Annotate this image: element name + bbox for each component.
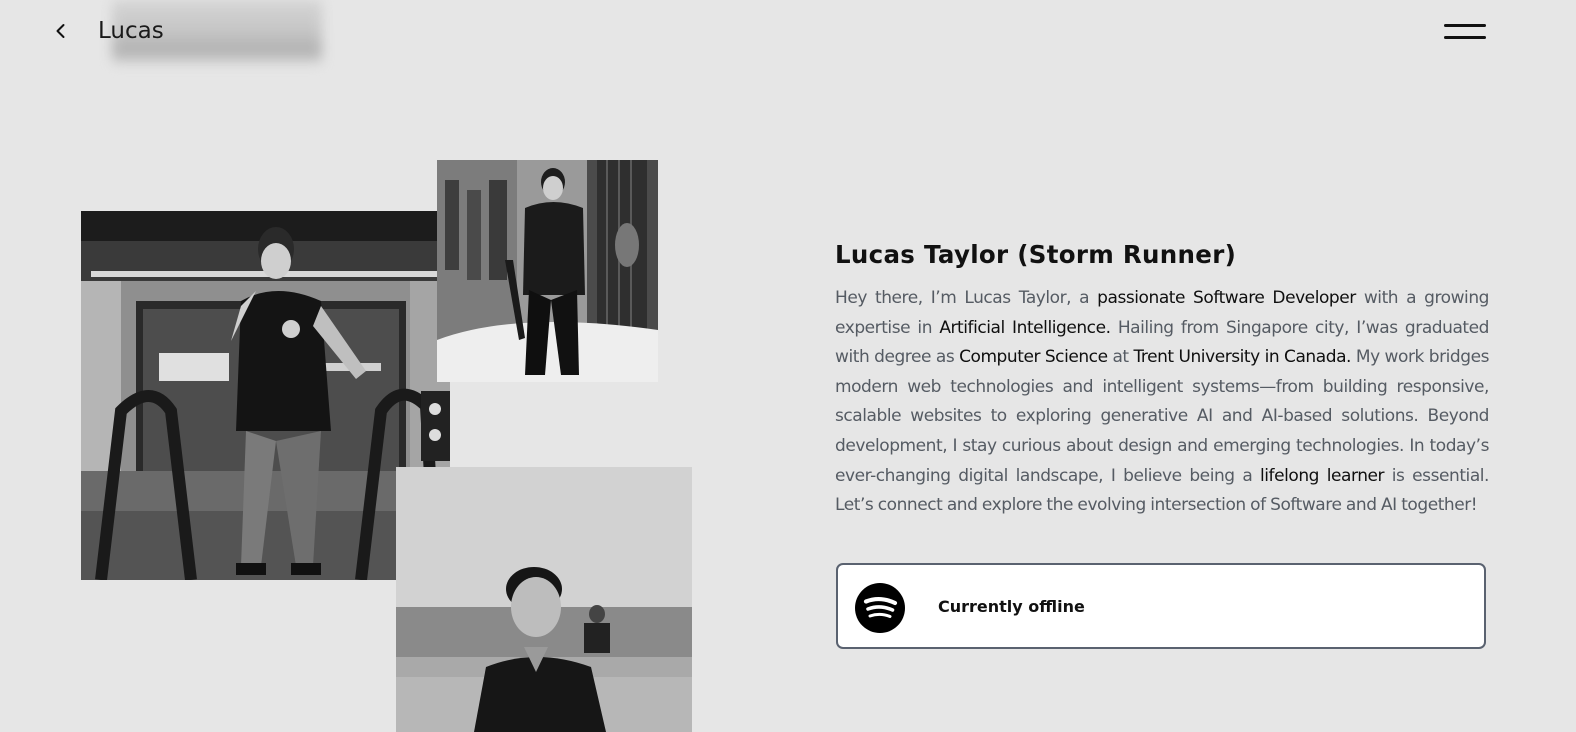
back-button[interactable] (48, 18, 74, 44)
brand-name[interactable]: Lucas (98, 15, 164, 47)
bio-highlight: Artificial Intelligence. (939, 317, 1111, 338)
bio-highlight: passionate Software Developer (1097, 288, 1356, 308)
photo-escalator (81, 211, 450, 580)
spotify-status-text: Currently offline (938, 597, 1085, 616)
hamburger-menu-icon-line (1444, 36, 1486, 39)
bio-title: Lucas Taylor (Storm Runner) (835, 240, 1237, 269)
hamburger-menu-icon-line (1444, 24, 1486, 27)
bio-highlight: lifelong learner (1260, 465, 1385, 486)
spotify-icon (855, 583, 905, 633)
chevron-left-icon (56, 24, 65, 38)
bio-highlight: Trent University in Canada. (1133, 347, 1351, 368)
photo-street (437, 160, 658, 382)
bio-text-segment: at (1107, 347, 1134, 368)
bio-section: Lucas Taylor (Storm Runner) Hey there, I… (835, 238, 1489, 521)
photo-beach (396, 467, 692, 732)
bio-text-segment: Hey there, I’m Lucas Taylor, a (835, 288, 1098, 308)
bio-highlight: Computer Science (959, 347, 1108, 368)
top-bar: Lucas (0, 0, 1576, 66)
bio-paragraph: Hey there, I’m Lucas Taylor, a passionat… (835, 284, 1489, 521)
spotify-status-card[interactable]: Currently offline (836, 563, 1486, 649)
menu-button[interactable] (1444, 22, 1488, 42)
